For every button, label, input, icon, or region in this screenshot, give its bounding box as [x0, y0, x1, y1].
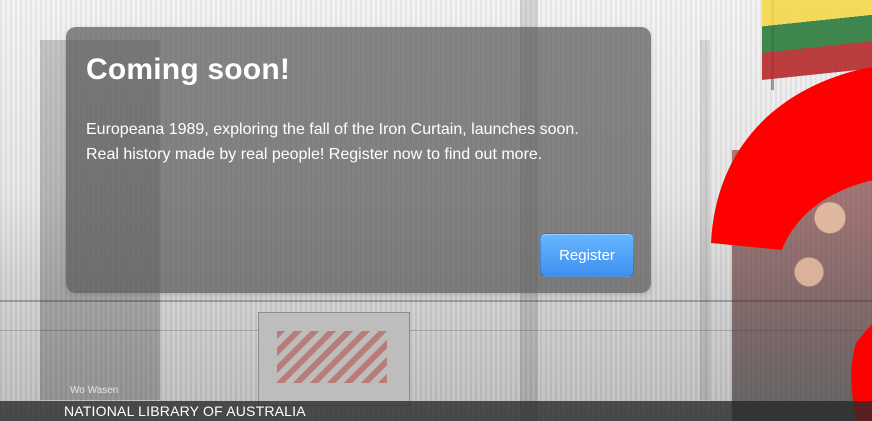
background-fence-post [700, 40, 710, 400]
photo-credit: Wo Wasen [70, 385, 119, 396]
footer-label: NATIONAL LIBRARY OF AUSTRALIA [64, 403, 306, 419]
lithuanian-flag [762, 0, 872, 80]
hero-background: Coming soon! Europeana 1989, exploring t… [0, 0, 872, 421]
background-graffiti-block [258, 312, 410, 406]
card-description: Europeana 1989, exploring the fall of th… [86, 121, 579, 163]
coming-soon-card: Coming soon! Europeana 1989, exploring t… [66, 27, 651, 293]
register-button[interactable]: Register [540, 233, 634, 277]
background-crowd [732, 150, 872, 421]
card-title: Coming soon! [86, 53, 291, 86]
